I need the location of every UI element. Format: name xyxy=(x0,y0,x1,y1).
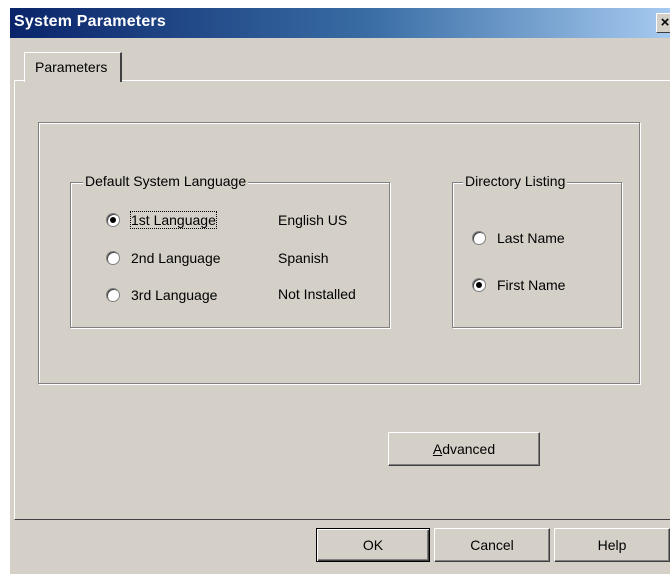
radio-label: First Name xyxy=(497,277,566,293)
radio-first-name[interactable]: First Name xyxy=(472,277,565,293)
radio-button-icon[interactable] xyxy=(106,213,120,227)
language-value-3: Not Installed xyxy=(278,286,356,302)
cancel-label: Cancel xyxy=(470,537,514,553)
tab-parameters[interactable]: Parameters xyxy=(24,52,122,82)
radio-label: 3rd Language xyxy=(131,287,218,303)
language-value-2: Spanish xyxy=(278,250,329,266)
radio-1st-language[interactable]: 1st Language xyxy=(106,211,217,229)
help-label: Help xyxy=(597,537,627,553)
radio-button-icon[interactable] xyxy=(106,288,120,302)
radio-label: 1st Language xyxy=(130,211,217,229)
radio-button-icon[interactable] xyxy=(472,231,486,245)
advanced-button[interactable]: Advanced xyxy=(388,432,540,466)
ok-button[interactable]: OK xyxy=(316,528,430,562)
close-icon[interactable]: × xyxy=(656,13,670,33)
title-bar[interactable]: System Parameters × xyxy=(10,8,670,38)
help-button[interactable]: Help xyxy=(554,528,670,562)
tab-label: Parameters xyxy=(35,59,108,75)
advanced-accelerator: A xyxy=(432,441,443,457)
system-parameters-dialog: System Parameters × Parameters Default S… xyxy=(10,8,670,574)
cancel-button[interactable]: Cancel xyxy=(434,528,550,562)
radio-button-icon[interactable] xyxy=(472,278,486,292)
radio-button-icon[interactable] xyxy=(106,251,120,265)
radio-3rd-language[interactable]: 3rd Language xyxy=(106,287,217,303)
radio-2nd-language[interactable]: 2nd Language xyxy=(106,250,221,266)
default-language-legend: Default System Language xyxy=(83,173,249,189)
radio-last-name[interactable]: Last Name xyxy=(472,230,565,246)
directory-listing-legend: Directory Listing xyxy=(463,173,568,189)
radio-label: Last Name xyxy=(497,230,565,246)
language-value-1: English US xyxy=(278,212,348,228)
window-title: System Parameters xyxy=(14,13,166,30)
advanced-label: dvanced xyxy=(442,441,496,457)
ok-label: OK xyxy=(362,537,384,553)
radio-label: 2nd Language xyxy=(131,250,221,266)
directory-listing-group: Directory Listing xyxy=(452,173,622,328)
